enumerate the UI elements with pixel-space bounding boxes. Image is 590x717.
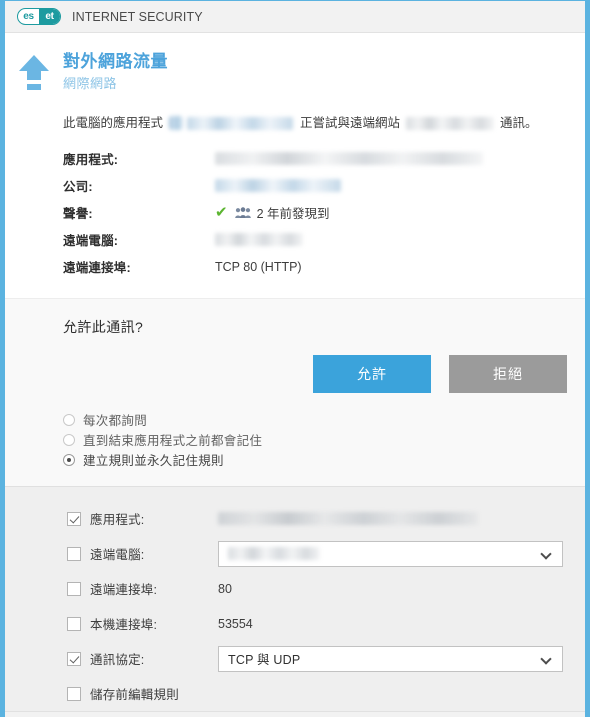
info-value-application bbox=[215, 152, 483, 166]
adv-value-remote-port: 80 bbox=[218, 581, 232, 596]
dialog-header-texts: 對外網路流量 網際網路 bbox=[63, 49, 168, 93]
info-row-remote-computer: 遠端電腦: bbox=[63, 226, 585, 253]
info-value-company bbox=[215, 179, 341, 193]
protocol-dropdown[interactable]: TCP 與 UDP bbox=[218, 645, 563, 672]
checkbox-edit-rule-before-save[interactable] bbox=[67, 686, 81, 701]
app-name-redacted bbox=[187, 116, 294, 130]
remote-computer-redacted bbox=[228, 547, 320, 561]
adv-row-remote-computer: 遠端電腦: bbox=[5, 536, 585, 571]
radio-mark-icon bbox=[63, 453, 75, 466]
adv-value-local-port: 53554 bbox=[218, 616, 253, 631]
adv-row-remote-port: 遠端連接埠: 80 bbox=[5, 571, 585, 606]
action-buttons: 允許 拒絕 bbox=[5, 355, 585, 394]
checkbox-remote-port[interactable] bbox=[67, 581, 81, 596]
adv-row-edit-rule: 儲存前編輯規則 bbox=[5, 676, 585, 711]
radio-mark-icon bbox=[63, 413, 75, 426]
info-section: 此電腦的應用程式 正嘗試與遠端網站 通訊。 應用程式: 公司: 聲譽: ✔ 2 … bbox=[5, 113, 585, 299]
advanced-rule-section: 應用程式: 遠端電腦: 遠端連接埠: 80 本機連接埠: 53554 通訊協定:… bbox=[5, 486, 585, 712]
summary-middle: 正嘗試與遠端網站 bbox=[300, 116, 401, 131]
info-row-remote-port: 遠端連接埠: TCP 80 (HTTP) bbox=[63, 253, 585, 280]
remember-options-group: 每次都詢問 直到結束應用程式之前都會記住 建立規則並永久記住規則 bbox=[5, 410, 585, 469]
info-row-application: 應用程式: bbox=[63, 145, 585, 172]
summary-line: 此電腦的應用程式 正嘗試與遠端網站 通訊。 bbox=[5, 113, 585, 133]
radio-label-ask-every-time: 每次都詢問 bbox=[83, 414, 148, 429]
info-value-reputation: ✔ 2 年前發現到 bbox=[215, 203, 330, 222]
eset-logo-et: et bbox=[39, 9, 60, 24]
adv-label-edit-rule-before-save: 儲存前編輯規則 bbox=[90, 688, 179, 703]
chevron-down-icon bbox=[541, 550, 552, 557]
product-name: INTERNET SECURITY bbox=[72, 9, 203, 24]
checkbox-protocol[interactable] bbox=[67, 651, 81, 666]
adv-label-protocol: 通訊協定: bbox=[90, 653, 145, 668]
adv-row-protocol: 通訊協定: TCP 與 UDP bbox=[5, 641, 585, 676]
reputation-text: 2 年前發現到 bbox=[256, 207, 330, 222]
eset-logo: es et ® bbox=[17, 8, 61, 25]
checkbox-remote-computer[interactable] bbox=[67, 546, 81, 561]
radio-remember-until-exit[interactable]: 直到結束應用程式之前都會記住 bbox=[63, 430, 585, 449]
radio-ask-every-time[interactable]: 每次都詢問 bbox=[63, 410, 585, 429]
application-path-redacted bbox=[218, 512, 478, 526]
radio-label-create-permanent-rule: 建立規則並永久記住規則 bbox=[83, 454, 224, 469]
eset-firewall-dialog: es et ® INTERNET SECURITY 對外網路流量 網際網路 此電… bbox=[0, 0, 590, 717]
remote-computer-dropdown[interactable] bbox=[218, 540, 563, 567]
eset-logo-trademark: ® bbox=[60, 9, 61, 12]
summary-prefix: 此電腦的應用程式 bbox=[63, 116, 164, 131]
chevron-down-icon bbox=[541, 655, 552, 662]
remote-site-redacted bbox=[406, 116, 495, 130]
summary-suffix: 通訊。 bbox=[500, 116, 538, 131]
adv-label-remote-port: 遠端連接埠: bbox=[90, 583, 158, 598]
info-label-reputation: 聲譽: bbox=[63, 207, 93, 222]
info-label-application: 應用程式: bbox=[63, 153, 119, 168]
page-subtitle: 網際網路 bbox=[63, 75, 118, 91]
radio-create-permanent-rule[interactable]: 建立規則並永久記住規則 bbox=[63, 450, 585, 469]
app-icon-redacted bbox=[169, 116, 184, 131]
protocol-value: TCP 與 UDP bbox=[228, 653, 301, 668]
adv-row-local-port: 本機連接埠: 53554 bbox=[5, 606, 585, 641]
info-value-remote-computer bbox=[215, 233, 303, 247]
adv-label-local-port: 本機連接埠: bbox=[90, 618, 158, 633]
radio-label-remember-until-exit: 直到結束應用程式之前都會記住 bbox=[83, 434, 263, 449]
info-label-remote-computer: 遠端電腦: bbox=[63, 234, 119, 249]
adv-label-remote-computer: 遠端電腦: bbox=[90, 548, 145, 563]
checkbox-local-port[interactable] bbox=[67, 616, 81, 631]
allow-button[interactable]: 允許 bbox=[313, 355, 431, 394]
info-row-company: 公司: bbox=[63, 172, 585, 199]
upload-arrow-icon bbox=[5, 49, 63, 93]
people-group-icon bbox=[234, 207, 251, 219]
adv-value-application bbox=[218, 512, 478, 526]
info-label-remote-port: 遠端連接埠: bbox=[63, 261, 131, 276]
info-row-reputation: 聲譽: ✔ 2 年前發現到 bbox=[63, 199, 585, 226]
info-value-remote-port: TCP 80 (HTTP) bbox=[215, 259, 302, 274]
adv-label-application: 應用程式: bbox=[90, 513, 145, 528]
company-name-redacted bbox=[215, 179, 341, 193]
checkbox-application[interactable] bbox=[67, 511, 81, 526]
title-bar: es et ® INTERNET SECURITY bbox=[5, 1, 585, 33]
action-section: 允許此通訊? 允許 拒絕 每次都詢問 直到結束應用程式之前都會記住 建立規則並永… bbox=[5, 298, 585, 487]
dialog-header: 對外網路流量 網際網路 bbox=[5, 33, 585, 114]
eset-logo-es: es bbox=[23, 11, 34, 22]
question-text: 允許此通訊? bbox=[63, 319, 144, 336]
checkmark-icon: ✔ bbox=[215, 204, 228, 222]
info-rows: 應用程式: 公司: 聲譽: ✔ 2 年前發現到 遠端電腦: 遠端連接埠: TCP… bbox=[5, 145, 585, 280]
application-path-redacted bbox=[215, 152, 483, 166]
footer-bar: 深入瞭解此訊息 詳細資訊 進階選項 bbox=[5, 711, 585, 717]
radio-mark-icon bbox=[63, 433, 75, 446]
page-title: 對外網路流量 bbox=[63, 52, 168, 71]
info-label-company: 公司: bbox=[63, 180, 93, 195]
adv-row-application: 應用程式: bbox=[5, 501, 585, 536]
remote-computer-redacted bbox=[215, 233, 303, 247]
deny-button[interactable]: 拒絕 bbox=[449, 355, 567, 394]
